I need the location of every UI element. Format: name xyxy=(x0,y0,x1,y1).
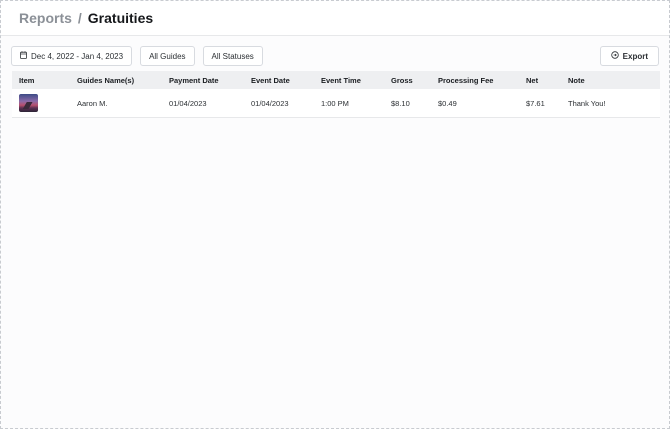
table-cell: Thank You! xyxy=(561,89,660,118)
page-title: Gratuities xyxy=(87,10,154,26)
table-cell: 01/04/2023 xyxy=(244,89,314,118)
page-header: Reports / Gratuities xyxy=(1,1,669,36)
filter-toolbar: Dec 4, 2022 - Jan 4, 2023 All Guides All… xyxy=(1,41,669,71)
export-button[interactable]: Export xyxy=(599,46,659,66)
gratuities-table: Item Guides Name(s) Payment Date Event D… xyxy=(12,71,660,118)
status-filter-label: All Statuses xyxy=(211,51,254,61)
breadcrumb-separator: / xyxy=(77,10,82,26)
export-icon xyxy=(610,51,619,61)
date-range-label: Dec 4, 2022 - Jan 4, 2023 xyxy=(31,51,124,61)
table-cell: 1:00 PM xyxy=(314,89,384,118)
guides-filter-label: All Guides xyxy=(149,51,186,61)
table-cell: $8.10 xyxy=(384,89,431,118)
guides-filter-button[interactable]: All Guides xyxy=(140,46,195,66)
breadcrumb-reports[interactable]: Reports xyxy=(19,10,72,26)
column-header: Processing Fee xyxy=(438,75,494,85)
table-row[interactable]: Aaron M. 01/04/2023 01/04/2023 1:00 PM $… xyxy=(12,89,660,118)
status-filter-button[interactable]: All Statuses xyxy=(202,46,263,66)
column-header: Event Time xyxy=(321,75,361,85)
table-cell: $7.61 xyxy=(519,89,561,118)
column-header: Gross xyxy=(391,75,413,85)
column-header: Guides Name(s) xyxy=(77,75,135,85)
table-cell: $0.49 xyxy=(431,89,519,118)
column-header: Item xyxy=(19,75,35,85)
column-header: Event Date xyxy=(251,75,290,85)
item-thumbnail[interactable] xyxy=(19,94,38,112)
column-header: Net xyxy=(526,75,539,85)
date-range-button[interactable]: Dec 4, 2022 - Jan 4, 2023 xyxy=(11,46,133,66)
page-frame: Reports / Gratuities Dec 4, 2022 - Jan 4… xyxy=(0,0,670,429)
export-label: Export xyxy=(622,51,648,61)
table-cell: Aaron M. xyxy=(70,89,162,118)
column-header: Payment Date xyxy=(169,75,219,85)
column-header: Note xyxy=(568,75,585,85)
table-header-row: Item Guides Name(s) Payment Date Event D… xyxy=(12,71,660,89)
calendar-icon xyxy=(20,51,27,61)
item-cell xyxy=(12,89,70,118)
table-cell: 01/04/2023 xyxy=(162,89,244,118)
